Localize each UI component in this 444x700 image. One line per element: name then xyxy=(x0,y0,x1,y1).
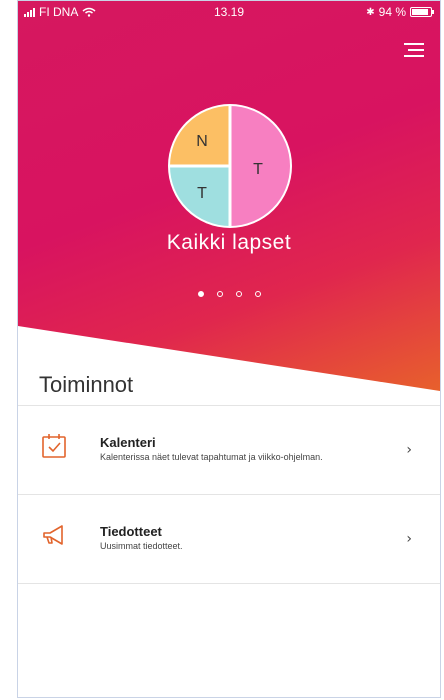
item-description: Uusimmat tiedotteet. xyxy=(100,541,183,551)
calendar-icon xyxy=(42,434,66,458)
actions-list: Kalenteri Kalenterissa näet tulevat tapa… xyxy=(18,405,440,584)
megaphone-icon xyxy=(43,525,63,545)
bluetooth-icon: ✱ xyxy=(366,6,375,18)
chevron-right-icon: › xyxy=(406,531,412,547)
chevron-right-icon: › xyxy=(406,442,412,458)
page-dot-3[interactable] xyxy=(235,291,242,297)
page-indicator[interactable] xyxy=(18,291,440,297)
page-dot-1[interactable] xyxy=(197,291,204,297)
list-item-calendar[interactable]: Kalenteri Kalenterissa näet tulevat tapa… xyxy=(18,406,440,495)
menu-button[interactable] xyxy=(404,43,424,59)
child-avatar[interactable]: N T T xyxy=(166,102,294,230)
avatar-letter-2: T xyxy=(253,161,263,178)
status-bar: FI DNA 13.19 ✱ 94 % xyxy=(18,1,440,25)
item-description: Kalenterissa näet tulevat tapahtumat ja … xyxy=(100,452,323,462)
battery-icon xyxy=(410,7,434,17)
child-name: Kaikki lapset xyxy=(166,231,292,254)
app-screen: FI DNA 13.19 ✱ 94 % N T T Kaikki lapset xyxy=(17,0,441,698)
page-dot-4[interactable] xyxy=(254,291,261,297)
item-title: Kalenteri xyxy=(100,435,156,450)
battery-label: 94 % xyxy=(378,5,406,19)
avatar-letter-1: N xyxy=(196,133,208,150)
item-title: Tiedotteet xyxy=(100,524,162,539)
section-title: Toiminnot xyxy=(39,372,134,397)
page-dot-2[interactable] xyxy=(216,291,223,297)
list-item-bulletins[interactable]: Tiedotteet Uusimmat tiedotteet. › xyxy=(18,495,440,584)
menu-icon xyxy=(404,43,424,45)
avatar-letter-3: T xyxy=(197,185,207,202)
